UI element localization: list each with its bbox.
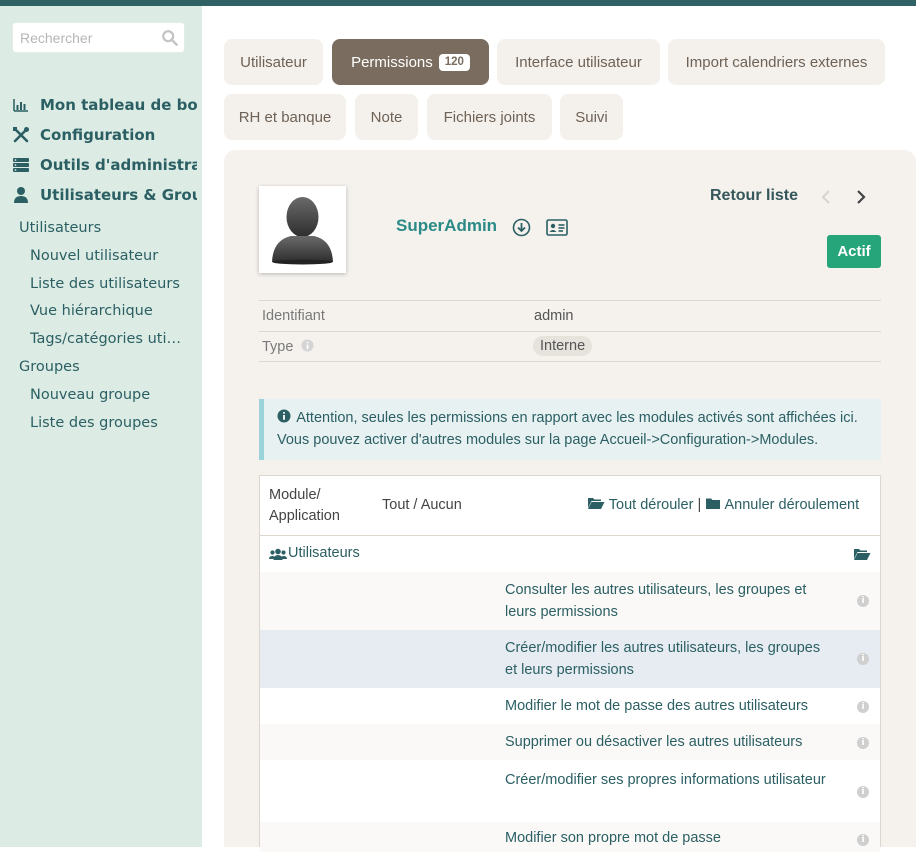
permission-row[interactable]: Consulter les autres utilisateurs, les g… xyxy=(260,572,880,630)
tab-label: RH et banque xyxy=(238,108,332,126)
permission-row[interactable]: Supprimer ou désactiver les autres utili… xyxy=(260,724,880,760)
sidebar-item-user-tags[interactable]: Tags/catégories utilisateurs xyxy=(30,331,182,347)
search-icon[interactable] xyxy=(161,29,179,47)
permission-label: Modifier le mot de passe des autres util… xyxy=(505,698,809,714)
sidebar-item-dashboard[interactable]: Mon tableau de bord xyxy=(12,94,197,116)
search-box xyxy=(12,22,185,53)
collapse-link[interactable]: Annuler déroulement xyxy=(725,497,860,513)
status-badge: Actif xyxy=(827,235,881,268)
col-header-module: Module/ Application xyxy=(269,487,340,524)
users-icon xyxy=(269,548,287,560)
info-circle-icon xyxy=(277,409,291,423)
sidebar-item-users-groups[interactable]: Utilisateurs & Groupes xyxy=(12,184,197,206)
tab-label: Fichiers joints xyxy=(443,108,536,126)
sidebar-item-user-list[interactable]: Liste des utilisateurs xyxy=(30,276,190,292)
type-pill: Interne xyxy=(533,336,593,356)
tab-label: Note xyxy=(370,108,403,126)
info-label: Identifiant xyxy=(262,308,325,324)
search-input[interactable] xyxy=(13,23,153,52)
user-silhouette-icon xyxy=(272,197,333,265)
sidebar-item-label: Configuration xyxy=(40,126,156,144)
back-to-list-link[interactable]: Retour liste xyxy=(710,187,798,205)
permissions-table: Module/ Application Tout / Aucun Tout dé… xyxy=(259,475,881,852)
info-icon[interactable]: i xyxy=(857,701,869,713)
info-icon[interactable]: i xyxy=(857,653,869,665)
info-row-type: Type Interne xyxy=(259,331,881,362)
info-row-login: Identifiant admin xyxy=(259,300,881,331)
tab-label: Permissions xyxy=(351,53,433,71)
permission-label: Supprimer ou désactiver les autres utili… xyxy=(505,734,803,750)
info-alert: Attention, seules les permissions en rap… xyxy=(259,399,881,460)
sidebar-item-group-list[interactable]: Liste des groupes xyxy=(30,415,190,431)
tab-permissions[interactable]: Permissions 120 xyxy=(332,39,489,85)
sidebar-item-users[interactable]: Utilisateurs xyxy=(19,220,189,236)
download-circle-icon[interactable] xyxy=(512,218,531,237)
tab-external-calendars[interactable]: Import calendriers externes xyxy=(668,39,885,85)
count-badge: 120 xyxy=(438,53,470,71)
chevron-left-icon[interactable] xyxy=(820,189,832,205)
tab-label: Interface utilisateur xyxy=(515,53,642,71)
vcard-icon[interactable] xyxy=(546,219,568,236)
info-icon[interactable] xyxy=(301,339,314,352)
sidebar-item-label: Outils d'administration xyxy=(40,156,197,174)
permission-label: Créer/modifier ses propres informations … xyxy=(505,772,826,788)
tools-icon xyxy=(13,127,29,143)
permission-label: Créer/modifier les autres utilisateurs, … xyxy=(505,640,821,678)
tab-label: Utilisateur xyxy=(240,53,307,71)
avatar[interactable] xyxy=(259,186,346,273)
group-row-users[interactable]: Utilisateurs xyxy=(260,535,880,572)
group-label: Utilisateurs xyxy=(288,545,360,561)
tab-user-interface[interactable]: Interface utilisateur xyxy=(497,39,660,85)
tab-note[interactable]: Note xyxy=(355,94,418,140)
info-icon[interactable]: i xyxy=(857,737,869,749)
folder-icon[interactable] xyxy=(705,497,721,510)
tab-tracking[interactable]: Suivi xyxy=(560,94,623,140)
server-icon xyxy=(13,158,29,172)
sidebar-item-groups[interactable]: Groupes xyxy=(19,359,189,375)
chevron-right-icon[interactable] xyxy=(855,189,867,205)
separator: | xyxy=(697,497,702,513)
info-icon[interactable]: i xyxy=(857,595,869,607)
chart-icon xyxy=(13,99,28,112)
sidebar-item-new-group[interactable]: Nouveau groupe xyxy=(30,387,190,403)
folder-open-icon[interactable] xyxy=(587,496,605,510)
expand-all-link[interactable]: Tout dérouler xyxy=(609,497,694,513)
info-value: admin xyxy=(534,308,574,324)
permission-label: Consulter les autres utilisateurs, les g… xyxy=(505,582,807,620)
tab-user[interactable]: Utilisateur xyxy=(224,39,323,85)
sidebar-item-configuration[interactable]: Configuration xyxy=(12,124,197,146)
permission-row[interactable]: Modifier son propre mot de passe i xyxy=(260,822,880,852)
permission-row[interactable]: Créer/modifier ses propres informations … xyxy=(260,760,880,822)
sidebar-item-hierarchy[interactable]: Vue hiérarchique xyxy=(30,303,190,319)
expand-controls: Tout dérouler | Annuler déroulement xyxy=(587,495,859,516)
tab-attached-files[interactable]: Fichiers joints xyxy=(427,94,552,140)
tab-label: Import calendriers externes xyxy=(685,53,868,71)
alert-text: Attention, seules les permissions en rap… xyxy=(277,410,858,448)
folder-open-icon[interactable] xyxy=(853,547,871,561)
info-icon[interactable]: i xyxy=(857,786,869,798)
sidebar-item-new-user[interactable]: Nouvel utilisateur xyxy=(30,248,190,264)
info-icon[interactable]: i xyxy=(857,834,869,846)
username: SuperAdmin xyxy=(396,216,498,235)
all-none-toggle[interactable]: Tout / Aucun xyxy=(382,495,462,516)
permission-row[interactable]: Modifier le mot de passe des autres util… xyxy=(260,688,880,724)
tab-label: Suivi xyxy=(575,108,608,126)
permission-row[interactable]: Créer/modifier les autres utilisateurs, … xyxy=(260,630,880,688)
user-icon xyxy=(14,187,28,203)
sidebar-item-admin-tools[interactable]: Outils d'administration xyxy=(12,154,197,176)
permission-label: Modifier son propre mot de passe xyxy=(505,830,721,846)
sidebar-item-label: Mon tableau de bord xyxy=(40,96,197,114)
tab-hr-bank[interactable]: RH et banque xyxy=(224,94,346,140)
sidebar-item-label: Utilisateurs & Groupes xyxy=(40,186,197,204)
info-label: Type xyxy=(262,339,314,355)
